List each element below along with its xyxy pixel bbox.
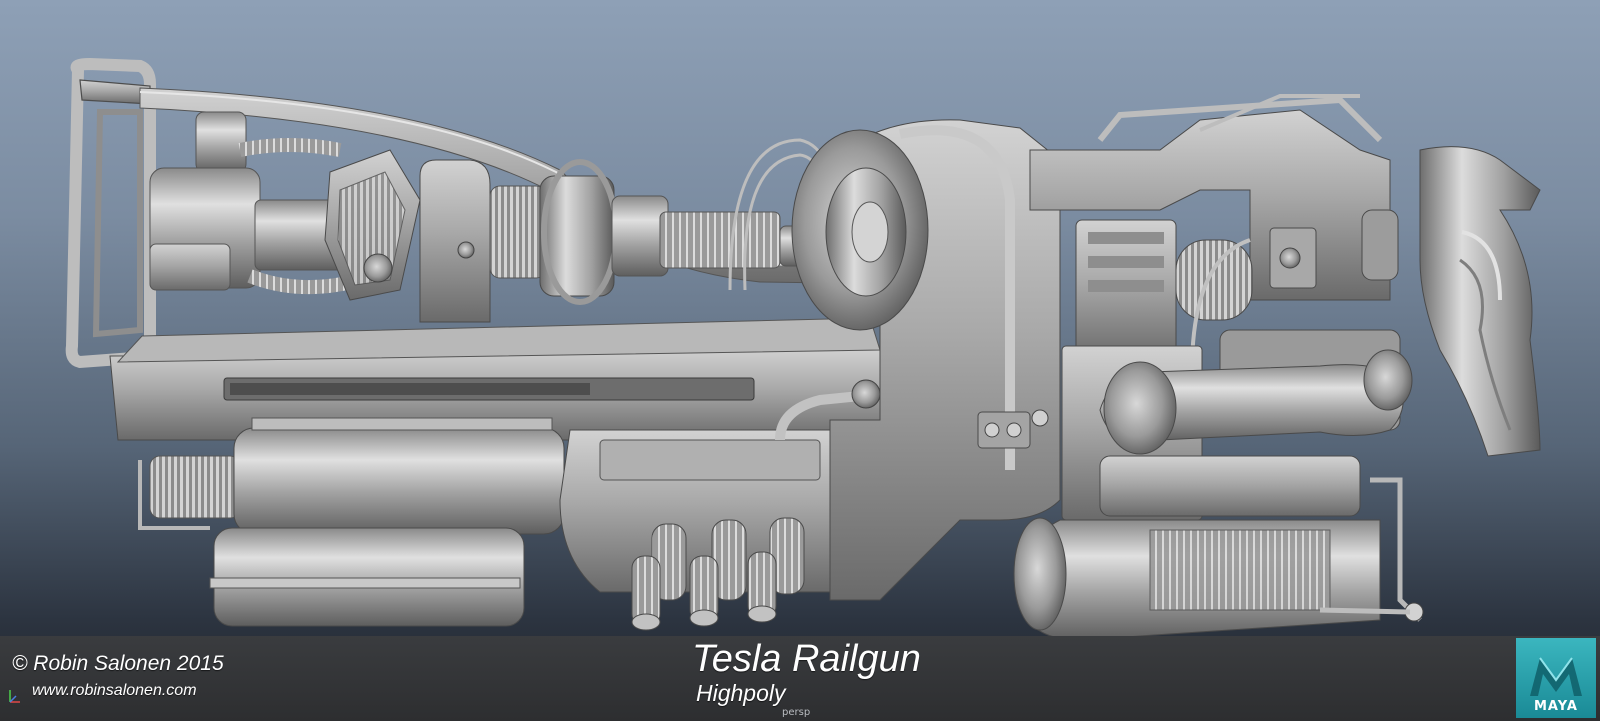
copyright-text: © Robin Salonen 2015	[12, 652, 224, 675]
viewport-persp[interactable]: © Robin Salonen 2015 www.robinsalonen.co…	[0, 0, 1600, 721]
railgun-model[interactable]	[0, 0, 1600, 721]
title-text: Tesla Railgun	[692, 638, 921, 680]
camera-label: persp	[782, 707, 811, 718]
axis-gizmo-icon	[9, 690, 20, 703]
maya-label: MAYA	[1534, 699, 1578, 714]
pistol-grip	[1419, 146, 1541, 457]
maya-logo: MAYA	[1516, 638, 1596, 718]
gearbox	[419, 159, 491, 323]
subtitle-text: Highpoly	[696, 680, 786, 706]
rear-cage	[65, 57, 156, 369]
lower-tanks	[138, 417, 565, 627]
website-text: www.robinsalonen.com	[32, 682, 197, 699]
coil-springs	[631, 517, 805, 631]
